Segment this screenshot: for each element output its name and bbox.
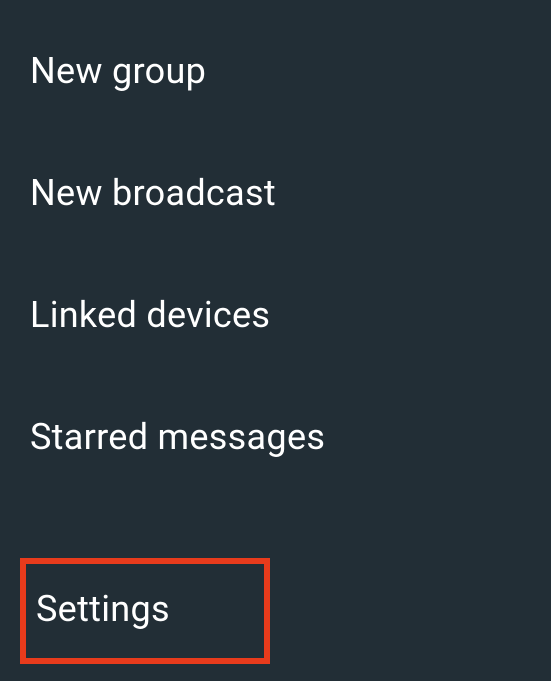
- menu-item-new-group[interactable]: New group: [0, 10, 551, 132]
- overflow-menu: New group New broadcast Linked devices S…: [0, 0, 551, 498]
- menu-item-linked-devices[interactable]: Linked devices: [0, 254, 551, 376]
- menu-item-starred-messages[interactable]: Starred messages: [0, 376, 551, 498]
- menu-item-settings[interactable]: Settings: [36, 588, 244, 630]
- menu-item-new-broadcast[interactable]: New broadcast: [0, 132, 551, 254]
- highlight-box: Settings: [20, 558, 270, 664]
